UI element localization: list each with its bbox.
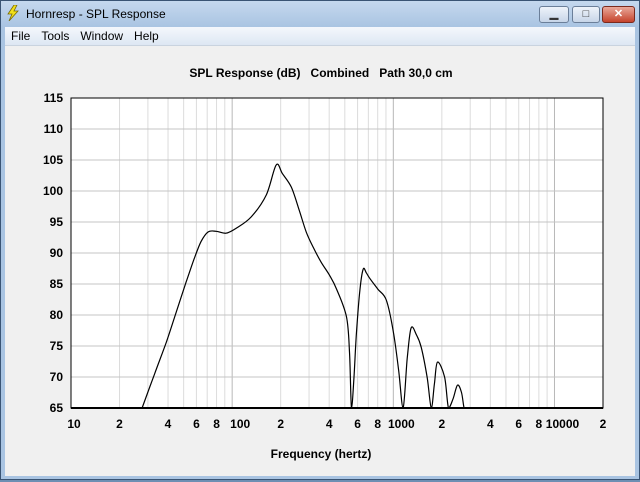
y-tick-label: 110 bbox=[44, 122, 64, 136]
y-tick-label: 115 bbox=[44, 91, 64, 105]
y-tick-label: 75 bbox=[50, 339, 64, 353]
y-tick-label: 95 bbox=[50, 215, 64, 229]
x-tick-label: 4 bbox=[487, 417, 494, 431]
x-tick-label: 4 bbox=[326, 417, 333, 431]
y-tick-label: 80 bbox=[50, 308, 64, 322]
x-tick-label: 6 bbox=[193, 417, 200, 431]
x-tick-label: 6 bbox=[354, 417, 361, 431]
x-tick-label: 2 bbox=[438, 417, 445, 431]
x-tick-label: 8 bbox=[374, 417, 381, 431]
x-tick-label: 8 bbox=[213, 417, 220, 431]
x-tick-label: 2 bbox=[600, 417, 607, 431]
y-tick-label: 100 bbox=[43, 184, 63, 198]
x-tick-label: 2 bbox=[277, 417, 284, 431]
x-tick-label: 100 bbox=[230, 417, 250, 431]
x-tick-label: 8 bbox=[536, 417, 543, 431]
x-tick-label: 4 bbox=[165, 417, 172, 431]
y-tick-label: 70 bbox=[50, 370, 64, 384]
spl-response-chart: SPL Response (dB) Combined Path 30,0 cm … bbox=[43, 66, 607, 461]
x-tick-label: 10000 bbox=[546, 417, 580, 431]
x-axis-label: Frequency (hertz) bbox=[271, 447, 372, 461]
y-tick-label: 90 bbox=[50, 246, 64, 260]
chart-title: SPL Response (dB) Combined Path 30,0 cm bbox=[189, 66, 452, 80]
y-tick-label: 105 bbox=[43, 153, 63, 167]
x-tick-label: 1000 bbox=[388, 417, 415, 431]
x-tick-label: 10 bbox=[67, 417, 81, 431]
x-tick-label: 2 bbox=[116, 417, 123, 431]
y-tick-label: 65 bbox=[50, 401, 64, 415]
y-tick-label: 85 bbox=[50, 277, 64, 291]
app-window: Hornresp - SPL Response ▁ □ ✕ File Tools W… bbox=[0, 0, 640, 480]
chart-area: SPL Response (dB) Combined Path 30,0 cm … bbox=[5, 45, 635, 476]
x-tick-label: 6 bbox=[515, 417, 522, 431]
